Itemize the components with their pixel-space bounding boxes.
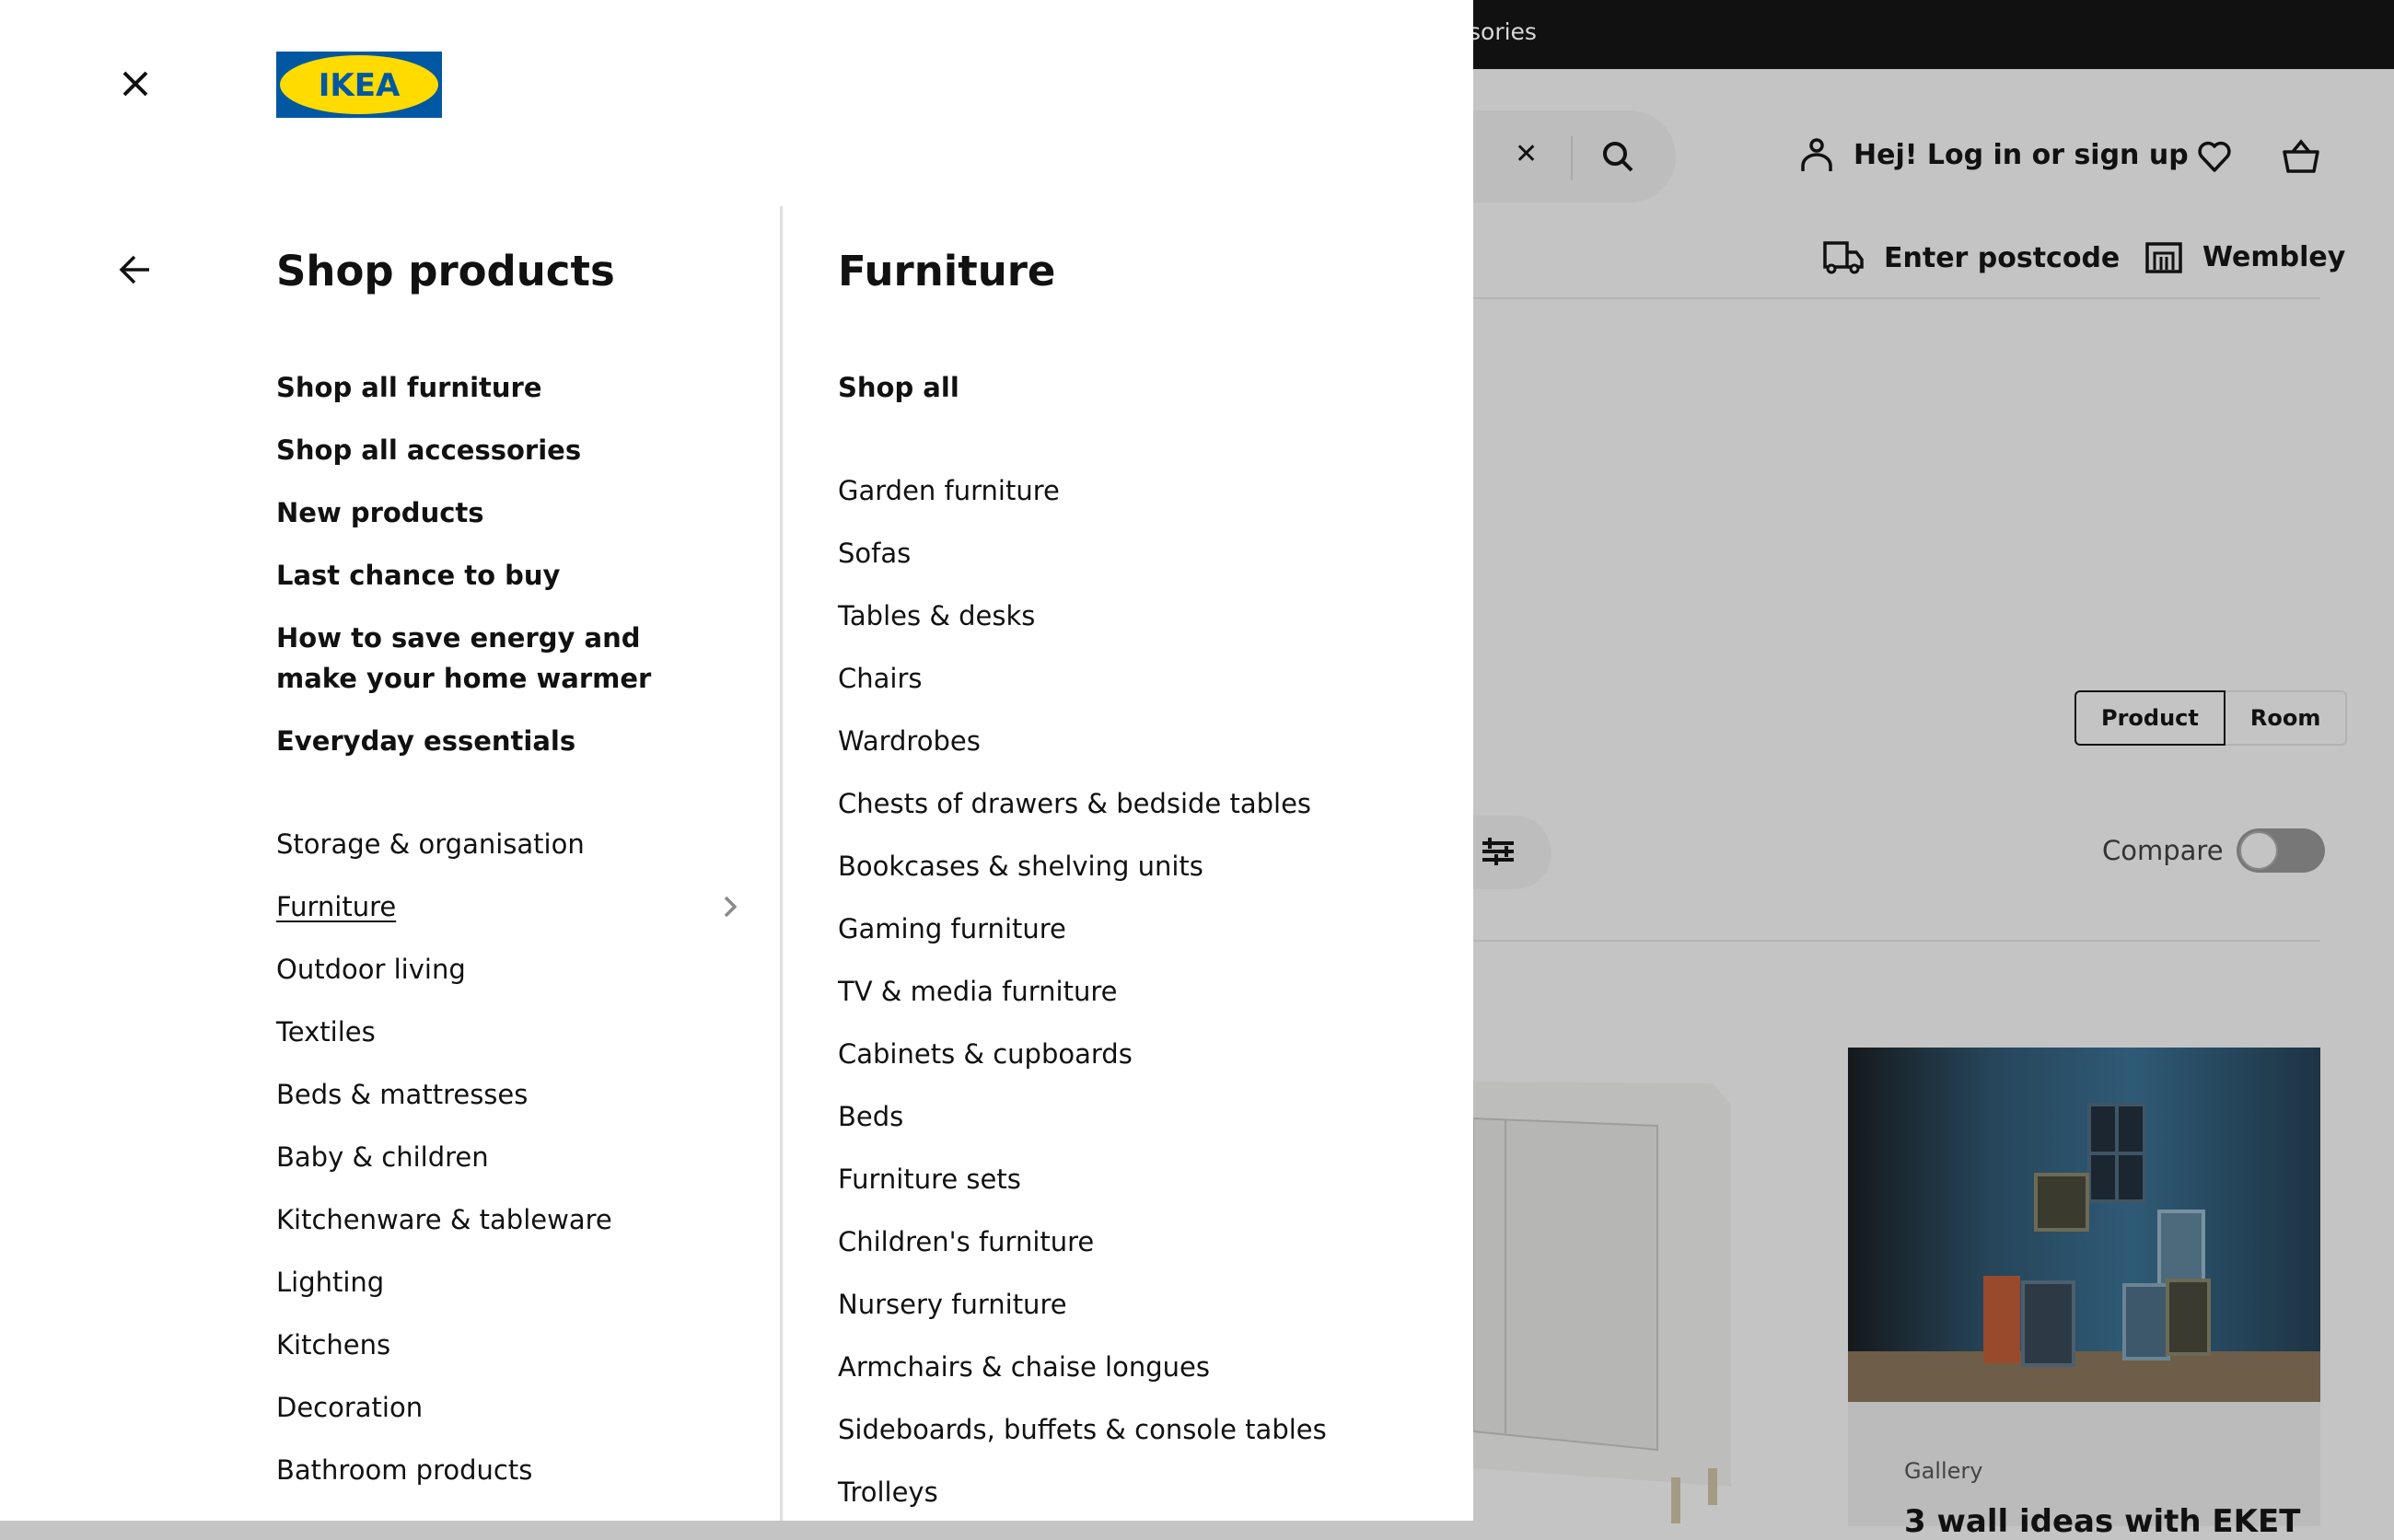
heart-icon[interactable] xyxy=(2196,138,2233,175)
store-icon xyxy=(2145,241,2182,273)
topbar-link[interactable]: sories xyxy=(1469,18,1537,45)
store-label: Wembley xyxy=(2202,241,2346,273)
product-image-cabinet[interactable] xyxy=(1473,1063,1731,1523)
submenu-item[interactable]: Garden furniture xyxy=(838,470,1060,511)
login-link[interactable]: Hej! Log in or sign up xyxy=(1800,136,2189,173)
submenu-item[interactable]: Nursery furniture xyxy=(838,1284,1067,1325)
category-kitchenware-tableware[interactable]: Kitchenware & tableware xyxy=(276,1199,612,1240)
back-arrow-icon[interactable] xyxy=(116,250,155,289)
compare-toggle-knob xyxy=(2238,831,2278,870)
menu-link-shop-all-furniture[interactable]: Shop all furniture xyxy=(276,367,542,408)
left-column-heading: Shop products xyxy=(276,247,615,295)
close-icon[interactable] xyxy=(116,64,155,103)
category-storage-organisation[interactable]: Storage & organisation xyxy=(276,824,585,864)
search-icon[interactable] xyxy=(1599,138,1636,175)
shop-products-menu: IKEA Shop products Shop all furniture Sh… xyxy=(0,0,1473,1521)
ikea-logo[interactable]: IKEA xyxy=(276,52,442,118)
submenu-item[interactable]: Gaming furniture xyxy=(838,909,1066,949)
gallery-card[interactable]: Gallery 3 wall ideas with EKET xyxy=(1848,1048,2320,1540)
delivery-label: Enter postcode xyxy=(1884,241,2121,274)
submenu-item[interactable]: Armchairs & chaise longues xyxy=(838,1347,1210,1387)
category-bathroom-products[interactable]: Bathroom products xyxy=(276,1450,532,1490)
compare-label: Compare xyxy=(2102,835,2224,866)
search-divider xyxy=(1571,136,1573,180)
submenu-item[interactable]: Tables & desks xyxy=(838,596,1035,636)
column-divider xyxy=(780,206,783,1521)
user-icon xyxy=(1801,138,1832,171)
menu-link-last-chance[interactable]: Last chance to buy xyxy=(276,555,560,596)
header-divider xyxy=(1473,297,2320,299)
category-lighting[interactable]: Lighting xyxy=(276,1262,384,1303)
submenu-item[interactable]: TV & media furniture xyxy=(838,971,1117,1012)
menu-link-everyday-essentials[interactable]: Everyday essentials xyxy=(276,721,575,761)
category-kitchens[interactable]: Kitchens xyxy=(276,1325,390,1365)
view-toggle-room[interactable]: Room xyxy=(2225,690,2348,746)
submenu-item[interactable]: Sofas xyxy=(838,533,911,573)
menu-link-shop-all-accessories[interactable]: Shop all accessories xyxy=(276,430,581,470)
search-clear-button[interactable]: ✕ xyxy=(1515,138,1538,170)
logo-text: IKEA xyxy=(319,67,401,104)
submenu-item[interactable]: Furniture sets xyxy=(838,1159,1021,1199)
submenu-item[interactable]: Sideboards, buffets & console tables xyxy=(838,1409,1327,1450)
store-selector-button[interactable]: Wembley xyxy=(2145,241,2345,273)
submenu-shop-all[interactable]: Shop all xyxy=(838,367,959,408)
gallery-image xyxy=(1848,1048,2320,1402)
submenu-item[interactable]: Chairs xyxy=(838,658,923,699)
submenu-item[interactable]: Beds xyxy=(838,1096,903,1137)
submenu-item[interactable]: Bookcases & shelving units xyxy=(838,846,1203,886)
truck-icon xyxy=(1823,241,1864,274)
category-outdoor-living[interactable]: Outdoor living xyxy=(276,949,466,990)
compare-toggle[interactable] xyxy=(2236,828,2325,873)
submenu-item[interactable]: Chests of drawers & bedside tables xyxy=(838,783,1311,824)
login-label: Hej! Log in or sign up xyxy=(1854,138,2189,171)
toolbar-divider xyxy=(1473,940,2320,942)
menu-link-save-energy[interactable]: How to save energy and make your home wa… xyxy=(276,618,700,699)
gallery-kicker: Gallery xyxy=(1904,1458,1983,1484)
submenu-item[interactable]: Wardrobes xyxy=(838,721,981,761)
compare-control: Compare xyxy=(2102,828,2325,873)
category-baby-children[interactable]: Baby & children xyxy=(276,1137,489,1177)
gallery-title[interactable]: 3 wall ideas with EKET xyxy=(1904,1503,2300,1540)
menu-link-new-products[interactable]: New products xyxy=(276,492,484,533)
right-column-heading: Furniture xyxy=(838,247,1056,295)
view-toggle-product[interactable]: Product xyxy=(2074,690,2225,746)
view-toggle: Product Room xyxy=(2074,690,2348,746)
filter-sliders-icon[interactable] xyxy=(1482,838,1514,865)
basket-icon[interactable] xyxy=(2282,138,2320,177)
delivery-postcode-button[interactable]: Enter postcode xyxy=(1823,241,2120,274)
category-furniture[interactable]: Furniture xyxy=(276,886,396,927)
category-textiles[interactable]: Textiles xyxy=(276,1012,376,1052)
chevron-right-icon[interactable] xyxy=(719,893,741,921)
submenu-item[interactable]: Children's furniture xyxy=(838,1222,1094,1262)
submenu-item[interactable]: Cabinets & cupboards xyxy=(838,1034,1133,1074)
submenu-item[interactable]: Trolleys xyxy=(838,1472,938,1512)
category-decoration[interactable]: Decoration xyxy=(276,1387,423,1428)
category-beds-mattresses[interactable]: Beds & mattresses xyxy=(276,1074,528,1115)
